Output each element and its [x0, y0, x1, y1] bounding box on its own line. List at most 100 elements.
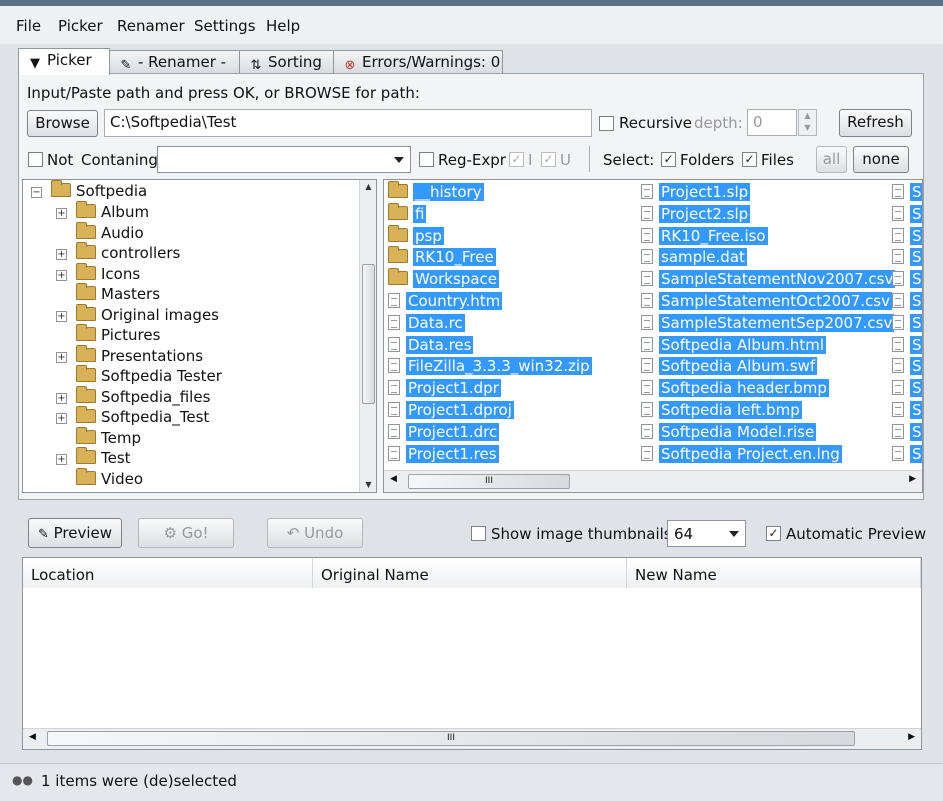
folder-row[interactable]: fi	[388, 202, 427, 225]
expand-icon[interactable]: +	[56, 351, 67, 363]
expand-icon[interactable]: +	[56, 413, 67, 424]
folders-checkbox[interactable]: ✓	[661, 152, 676, 167]
file-row[interactable]: FileZilla_3.3.3_win32.zip	[388, 357, 592, 377]
collapse-icon[interactable]: −	[31, 187, 42, 198]
scroll-up-icon[interactable]: ▲	[360, 180, 376, 194]
preview-button[interactable]: ✎ Preview	[28, 518, 122, 548]
file-row[interactable]: S	[892, 292, 922, 312]
files-scroll-thumb[interactable]: III	[408, 474, 570, 489]
tree-item[interactable]: Masters	[76, 283, 160, 305]
folder-row[interactable]: RK10_Free	[388, 246, 496, 268]
menu-help[interactable]: Help	[266, 17, 300, 35]
tree-item[interactable]: Icons	[76, 262, 140, 285]
files-checkbox[interactable]: ✓	[742, 152, 757, 167]
spin-down-icon[interactable]: ▼	[799, 122, 816, 134]
column-new-name[interactable]: New Name	[627, 558, 921, 588]
file-row[interactable]: Softpedia header.bmp	[641, 379, 829, 399]
browse-button[interactable]: Browse	[27, 110, 98, 137]
tab-renamer[interactable]: ✎ - Renamer -	[109, 50, 240, 74]
table-scroll-thumb[interactable]: III	[47, 731, 855, 746]
column-original-name[interactable]: Original Name	[313, 558, 627, 588]
file-row[interactable]: S	[892, 444, 922, 465]
expand-icon[interactable]: +	[56, 310, 67, 322]
column-location[interactable]: Location	[23, 558, 313, 588]
scroll-right-icon[interactable]: ▶	[909, 474, 916, 484]
file-row[interactable]: S	[892, 379, 922, 399]
path-input[interactable]: C:\Softpedia\Test	[104, 109, 592, 137]
tab-errors[interactable]: ⊗ Errors/Warnings: 0	[333, 50, 503, 74]
scroll-right-icon[interactable]: ▶	[908, 732, 915, 742]
tree-item[interactable]: Temp	[76, 426, 141, 449]
file-row[interactable]: S	[892, 270, 922, 290]
depth-input[interactable]: 0	[747, 109, 797, 136]
tree-item[interactable]: controllers	[76, 242, 180, 264]
folder-row[interactable]: psp	[388, 224, 444, 247]
file-row[interactable]: S	[892, 313, 922, 334]
file-row[interactable]: Softpedia Album.html	[641, 335, 827, 356]
scroll-left-icon[interactable]: ◀	[29, 732, 36, 742]
expand-icon[interactable]: +	[56, 269, 67, 281]
refresh-button[interactable]: Refresh	[839, 109, 912, 137]
menu-settings[interactable]: Settings	[194, 17, 256, 35]
depth-spinner[interactable]: ▲ ▼	[798, 109, 817, 136]
folder-tree[interactable]: − Softpedia + Album Audio + controllers + Icon…	[22, 179, 377, 493]
auto-preview-checkbox[interactable]: ✓	[766, 526, 781, 541]
tree-item[interactable]: Test	[76, 447, 131, 469]
tree-item[interactable]: Softpedia_files	[76, 385, 210, 408]
file-row[interactable]: Softpedia Album.swf	[641, 357, 818, 377]
tree-scroll-thumb[interactable]	[362, 264, 375, 404]
file-row[interactable]: RK10_Free.iso	[641, 226, 768, 247]
expand-icon[interactable]: +	[56, 249, 67, 260]
tree-item[interactable]: Original images	[76, 303, 219, 326]
file-row[interactable]: Project1.drc	[388, 422, 500, 443]
file-row[interactable]: sample.dat	[641, 248, 747, 268]
file-row[interactable]: SampleStatementSep2007.csv	[641, 313, 895, 334]
folder-row[interactable]: Workspace	[388, 268, 499, 290]
menu-renamer[interactable]: Renamer	[117, 17, 185, 35]
file-row[interactable]: Data.rc	[388, 313, 465, 334]
containing-combo[interactable]	[157, 146, 411, 173]
tree-item[interactable]: Pictures	[76, 324, 160, 346]
tree-root[interactable]: Softpedia	[51, 180, 147, 202]
file-row[interactable]: S	[892, 357, 922, 377]
file-row[interactable]: S	[892, 401, 922, 421]
menu-file[interactable]: File	[16, 17, 41, 35]
tree-item[interactable]: Video	[76, 467, 143, 490]
file-row[interactable]: S	[892, 422, 922, 443]
tree-item[interactable]: Softpedia Tester	[76, 365, 222, 387]
tree-item[interactable]: Presentations	[76, 344, 203, 367]
tab-picker[interactable]: ▼ Picker	[18, 48, 110, 75]
go-button[interactable]: ⚙ Go!	[138, 518, 234, 548]
expand-icon[interactable]: +	[56, 208, 67, 219]
regexpr-checkbox[interactable]	[419, 152, 434, 167]
not-checkbox[interactable]	[28, 152, 43, 167]
preview-table[interactable]: Location Original Name New Name ◀ III ▶	[22, 557, 922, 750]
tree-item[interactable]: Audio	[76, 221, 144, 244]
table-horizontal-scrollbar[interactable]: ◀ III ▶	[23, 728, 921, 749]
file-row[interactable]: S	[892, 183, 922, 203]
files-horizontal-scrollbar[interactable]: ◀ III ▶	[384, 470, 922, 492]
file-row[interactable]: SampleStatementOct2007.csv	[641, 292, 892, 312]
tree-item[interactable]: Softpedia_Test	[76, 406, 209, 428]
menu-picker[interactable]: Picker	[58, 17, 103, 35]
thumbnails-checkbox[interactable]	[471, 526, 486, 541]
file-row[interactable]: Project1.slp	[641, 183, 751, 203]
file-row[interactable]: S	[892, 204, 922, 225]
file-row[interactable]: Project1.dproj	[388, 401, 514, 421]
tree-vertical-scrollbar[interactable]: ▲ ▼	[359, 180, 376, 492]
case-i-checkbox[interactable]: ✓	[509, 152, 524, 167]
scroll-down-icon[interactable]: ▼	[360, 478, 376, 492]
file-list[interactable]: __history fi psp RK10_Free Workspace Country.…	[383, 179, 923, 493]
expand-icon[interactable]: +	[56, 392, 67, 404]
tree-item[interactable]: Album	[76, 201, 149, 223]
file-row[interactable]: Softpedia Model.rise	[641, 422, 817, 443]
tab-sorting[interactable]: ⇅ Sorting	[239, 50, 334, 74]
undo-button[interactable]: ↶ Undo	[267, 518, 363, 548]
file-row[interactable]: Softpedia Project.en.lng	[641, 444, 842, 465]
unicode-u-checkbox[interactable]: ✓	[541, 152, 556, 167]
folder-row[interactable]: __history	[388, 181, 484, 203]
file-row[interactable]: S	[892, 335, 922, 356]
file-row[interactable]: Project1.res	[388, 444, 499, 465]
file-row[interactable]: S	[892, 226, 922, 247]
select-none-button[interactable]: none	[853, 146, 909, 173]
